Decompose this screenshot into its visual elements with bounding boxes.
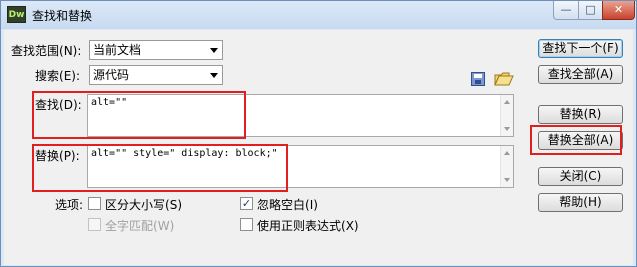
- scope-select[interactable]: 当前文档: [89, 40, 223, 60]
- find-label-key: (D):: [59, 98, 82, 112]
- regex-checkbox[interactable]: [240, 218, 253, 231]
- whole-word-key: (W): [153, 219, 175, 233]
- replace-button[interactable]: 替换(R): [538, 105, 623, 124]
- replace-textarea[interactable]: alt="" style=" display: block;": [87, 145, 514, 188]
- find-all-button[interactable]: 查找全部(A): [538, 65, 623, 84]
- window-title: 查找和替换: [32, 9, 93, 23]
- regex-label: 使用正则表达式(X): [257, 217, 359, 234]
- ignore-whitespace-checkbox[interactable]: ✓: [240, 197, 253, 210]
- scroll-up-icon[interactable]: [504, 100, 510, 104]
- replace-label: 替换(P):: [35, 147, 80, 164]
- ignore-whitespace-label: 忽略空白(I): [257, 196, 318, 213]
- match-case-checkbox[interactable]: [88, 197, 101, 210]
- replace-label-text: 替换: [35, 149, 60, 163]
- find-value: alt="": [91, 97, 128, 108]
- whole-word-text: 全字匹配: [105, 219, 154, 233]
- find-next-button[interactable]: 查找下一个(F): [538, 39, 623, 58]
- chevron-down-icon: [210, 48, 218, 53]
- title-bar[interactable]: Dw 查找和替换 — □ ✕: [1, 1, 636, 29]
- search-type-select[interactable]: 源代码: [89, 65, 223, 85]
- whole-word-label: 全字匹配(W): [105, 217, 174, 234]
- save-query-icon[interactable]: [471, 72, 485, 86]
- find-textarea[interactable]: alt="": [87, 94, 514, 137]
- replace-all-button[interactable]: 替换全部(A): [538, 131, 623, 150]
- search-type-value: 源代码: [93, 68, 130, 82]
- match-case-label: 区分大小写(S): [105, 196, 182, 213]
- search-label: 搜索(E):: [35, 67, 80, 84]
- scope-label-text: 查找范围: [11, 44, 60, 58]
- maximize-button[interactable]: □: [578, 1, 603, 20]
- whole-word-checkbox: [88, 218, 101, 231]
- search-label-text: 搜索: [35, 69, 60, 83]
- options-label: 选项:: [55, 198, 84, 212]
- close-button[interactable]: 关闭(C): [538, 167, 623, 186]
- search-label-key: (E):: [59, 69, 81, 83]
- match-case-key: (S): [165, 198, 182, 212]
- match-case-text: 区分大小写: [105, 198, 166, 212]
- minimize-button[interactable]: —: [553, 1, 579, 20]
- scroll-up-icon[interactable]: [504, 151, 510, 155]
- regex-key: (X): [341, 219, 359, 233]
- find-replace-dialog: Dw 查找和替换 — □ ✕ 查找范围(N): 当前文档 搜索(E): 源代码 …: [0, 0, 637, 267]
- load-query-icon[interactable]: [494, 70, 514, 87]
- ignore-whitespace-key: (I): [305, 198, 318, 212]
- find-scrollbar[interactable]: [500, 95, 513, 136]
- chevron-down-icon: [210, 73, 218, 78]
- regex-text: 使用正则表达式: [257, 219, 342, 233]
- scope-label-key: (N):: [59, 44, 82, 58]
- find-label: 查找(D):: [35, 96, 82, 113]
- scope-select-value: 当前文档: [93, 43, 142, 57]
- scroll-down-icon[interactable]: [504, 127, 510, 131]
- scroll-down-icon[interactable]: [504, 178, 510, 182]
- find-label-text: 查找: [35, 98, 60, 112]
- checkmark-icon: ✓: [241, 197, 252, 210]
- dialog-content: 查找范围(N): 当前文档 搜索(E): 源代码 查找(D): alt="" 替…: [4, 30, 633, 265]
- replace-value: alt="" style=" display: block;": [91, 148, 278, 159]
- dreamweaver-app-icon: Dw: [7, 6, 26, 23]
- close-window-button[interactable]: ✕: [602, 1, 635, 20]
- replace-scrollbar[interactable]: [500, 146, 513, 187]
- scope-label: 查找范围(N):: [11, 42, 81, 59]
- help-button[interactable]: 帮助(H): [538, 193, 623, 212]
- replace-label-key: (P):: [59, 149, 80, 163]
- ignore-whitespace-text: 忽略空白: [257, 198, 306, 212]
